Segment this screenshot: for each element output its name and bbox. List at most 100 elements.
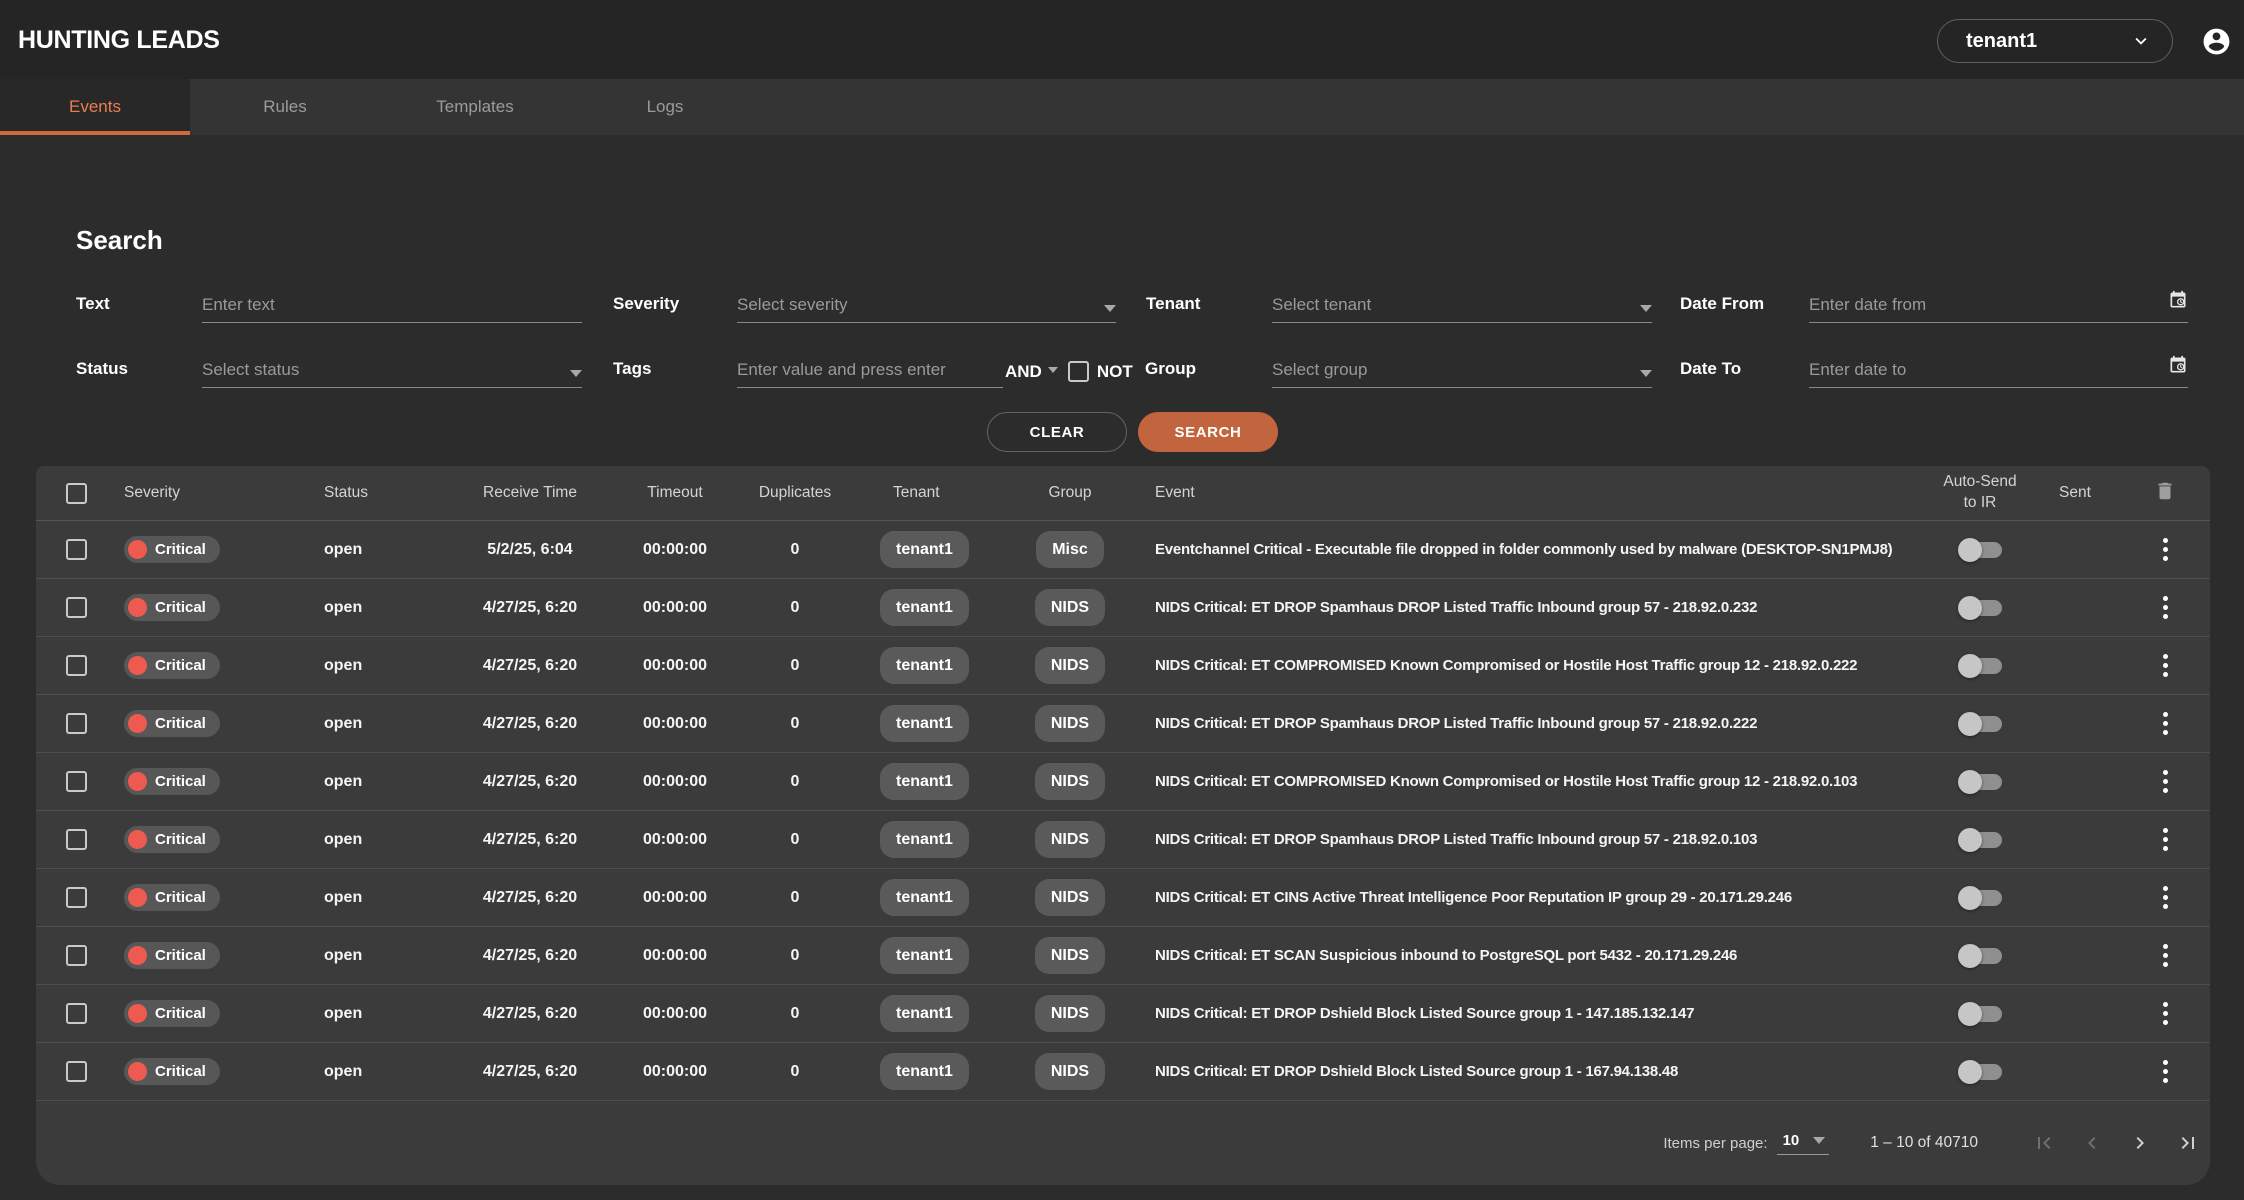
col-header-sent: Sent — [2030, 484, 2120, 502]
severity-text: Critical — [155, 889, 206, 906]
row-menu-kebab-icon[interactable] — [2159, 882, 2172, 913]
dropdown-arrow-icon — [1048, 367, 1058, 373]
auto-send-to-ir-toggle[interactable] — [1958, 769, 2002, 795]
auto-send-to-ir-toggle[interactable] — [1958, 1001, 2002, 1027]
tags-not-checkbox[interactable] — [1068, 361, 1089, 382]
auto-send-to-ir-toggle[interactable] — [1958, 595, 2002, 621]
tenant-selector[interactable]: tenant1 — [1937, 19, 2173, 63]
severity-badge: Critical — [124, 652, 220, 679]
col-header-duplicates: Duplicates — [740, 484, 850, 502]
timeout-value: 00:00:00 — [643, 1063, 707, 1081]
auto-send-to-ir-toggle[interactable] — [1958, 943, 2002, 969]
select-all-checkbox[interactable] — [66, 483, 87, 504]
table-row: Critical open 4/27/25, 6:20 00:00:00 0 t… — [36, 753, 2210, 811]
row-menu-kebab-icon[interactable] — [2159, 824, 2172, 855]
status-value: open — [324, 541, 362, 559]
status-value: open — [324, 947, 362, 965]
calendar-clock-icon[interactable] — [2168, 290, 2188, 315]
text-label: Text — [76, 285, 110, 323]
row-menu-kebab-icon[interactable] — [2159, 592, 2172, 623]
auto-send-to-ir-toggle[interactable] — [1958, 1059, 2002, 1085]
auto-send-to-ir-toggle[interactable] — [1958, 885, 2002, 911]
tags-operator-controls: AND NOT — [1005, 350, 1133, 388]
last-page-button[interactable] — [2176, 1131, 2200, 1155]
event-text: NIDS Critical: ET SCAN Suspicious inboun… — [1155, 947, 1737, 964]
tenant-badge: tenant1 — [880, 1053, 969, 1090]
row-checkbox[interactable] — [66, 945, 87, 966]
event-text: NIDS Critical: ET DROP Dshield Block Lis… — [1155, 1063, 1678, 1080]
account-circle-icon[interactable] — [2201, 26, 2232, 57]
severity-select[interactable]: Select severity — [737, 285, 1116, 323]
col-header-receive-time: Receive Time — [450, 484, 610, 502]
row-checkbox[interactable] — [66, 887, 87, 908]
tab-logs[interactable]: Logs — [570, 79, 760, 135]
receive-time-value: 4/27/25, 6:20 — [483, 1005, 577, 1023]
row-menu-kebab-icon[interactable] — [2159, 708, 2172, 739]
status-value: open — [324, 831, 362, 849]
col-header-event: Event — [1130, 484, 1930, 502]
next-page-button[interactable] — [2128, 1131, 2152, 1155]
items-per-page-select[interactable]: 10 — [1777, 1132, 1830, 1155]
search-button[interactable]: SEARCH — [1138, 412, 1278, 452]
event-text: NIDS Critical: ET CINS Active Threat Int… — [1155, 889, 1792, 906]
clear-button[interactable]: CLEAR — [987, 412, 1127, 452]
auto-send-to-ir-toggle[interactable] — [1958, 711, 2002, 737]
status-value: open — [324, 1063, 362, 1081]
auto-send-to-ir-toggle[interactable] — [1958, 827, 2002, 853]
calendar-clock-icon[interactable] — [2168, 355, 2188, 380]
pagination-bar: Items per page: 10 1 – 10 of 40710 — [36, 1101, 2210, 1185]
status-value: open — [324, 889, 362, 907]
row-checkbox[interactable] — [66, 597, 87, 618]
tags-input[interactable] — [737, 360, 1003, 380]
duplicates-value: 0 — [791, 1063, 800, 1081]
table-row: Critical open 4/27/25, 6:20 00:00:00 0 t… — [36, 1043, 2210, 1101]
group-badge: NIDS — [1035, 995, 1105, 1032]
tenant-select[interactable]: Select tenant — [1272, 285, 1652, 323]
row-checkbox[interactable] — [66, 713, 87, 734]
first-page-button[interactable] — [2032, 1131, 2056, 1155]
tags-not-label: NOT — [1097, 362, 1133, 382]
tenant-badge: tenant1 — [880, 937, 969, 974]
items-per-page-label: Items per page: — [1663, 1135, 1767, 1152]
row-menu-kebab-icon[interactable] — [2159, 998, 2172, 1029]
col-header-auto-send-to-ir: Auto-Send to IR — [1930, 472, 2030, 514]
row-checkbox[interactable] — [66, 771, 87, 792]
tab-events[interactable]: Events — [0, 79, 190, 135]
tenant-selector-value: tenant1 — [1966, 30, 2037, 53]
group-select[interactable]: Select group — [1272, 350, 1652, 388]
tab-rules[interactable]: Rules — [190, 79, 380, 135]
items-per-page-value: 10 — [1783, 1132, 1800, 1149]
row-menu-kebab-icon[interactable] — [2159, 940, 2172, 971]
delete-selected-trash-icon[interactable] — [2154, 480, 2176, 507]
row-checkbox[interactable] — [66, 655, 87, 676]
duplicates-value: 0 — [791, 773, 800, 791]
tenant-badge: tenant1 — [880, 995, 969, 1032]
row-checkbox[interactable] — [66, 829, 87, 850]
previous-page-button[interactable] — [2080, 1131, 2104, 1155]
row-checkbox[interactable] — [66, 1003, 87, 1024]
auto-send-to-ir-toggle[interactable] — [1958, 537, 2002, 563]
status-label: Status — [76, 350, 128, 388]
row-checkbox[interactable] — [66, 539, 87, 560]
duplicates-value: 0 — [791, 947, 800, 965]
tags-operator-select[interactable]: AND — [1005, 362, 1058, 382]
severity-label: Severity — [613, 285, 679, 323]
receive-time-value: 4/27/25, 6:20 — [483, 715, 577, 733]
row-menu-kebab-icon[interactable] — [2159, 534, 2172, 565]
events-table-card: Severity Status Receive Time Timeout Dup… — [36, 466, 2210, 1185]
tab-templates[interactable]: Templates — [380, 79, 570, 135]
row-checkbox[interactable] — [66, 1061, 87, 1082]
row-menu-kebab-icon[interactable] — [2159, 650, 2172, 681]
event-text: Eventchannel Critical - Executable file … — [1155, 541, 1892, 558]
severity-text: Critical — [155, 657, 206, 674]
row-menu-kebab-icon[interactable] — [2159, 1056, 2172, 1087]
tenant-badge: tenant1 — [880, 763, 969, 800]
group-badge: NIDS — [1035, 763, 1105, 800]
date-from-input[interactable] — [1809, 295, 2168, 315]
row-menu-kebab-icon[interactable] — [2159, 766, 2172, 797]
date-to-input[interactable] — [1809, 360, 2168, 380]
auto-send-to-ir-toggle[interactable] — [1958, 653, 2002, 679]
duplicates-value: 0 — [791, 889, 800, 907]
status-select[interactable]: Select status — [202, 350, 582, 388]
text-input[interactable] — [202, 295, 582, 315]
